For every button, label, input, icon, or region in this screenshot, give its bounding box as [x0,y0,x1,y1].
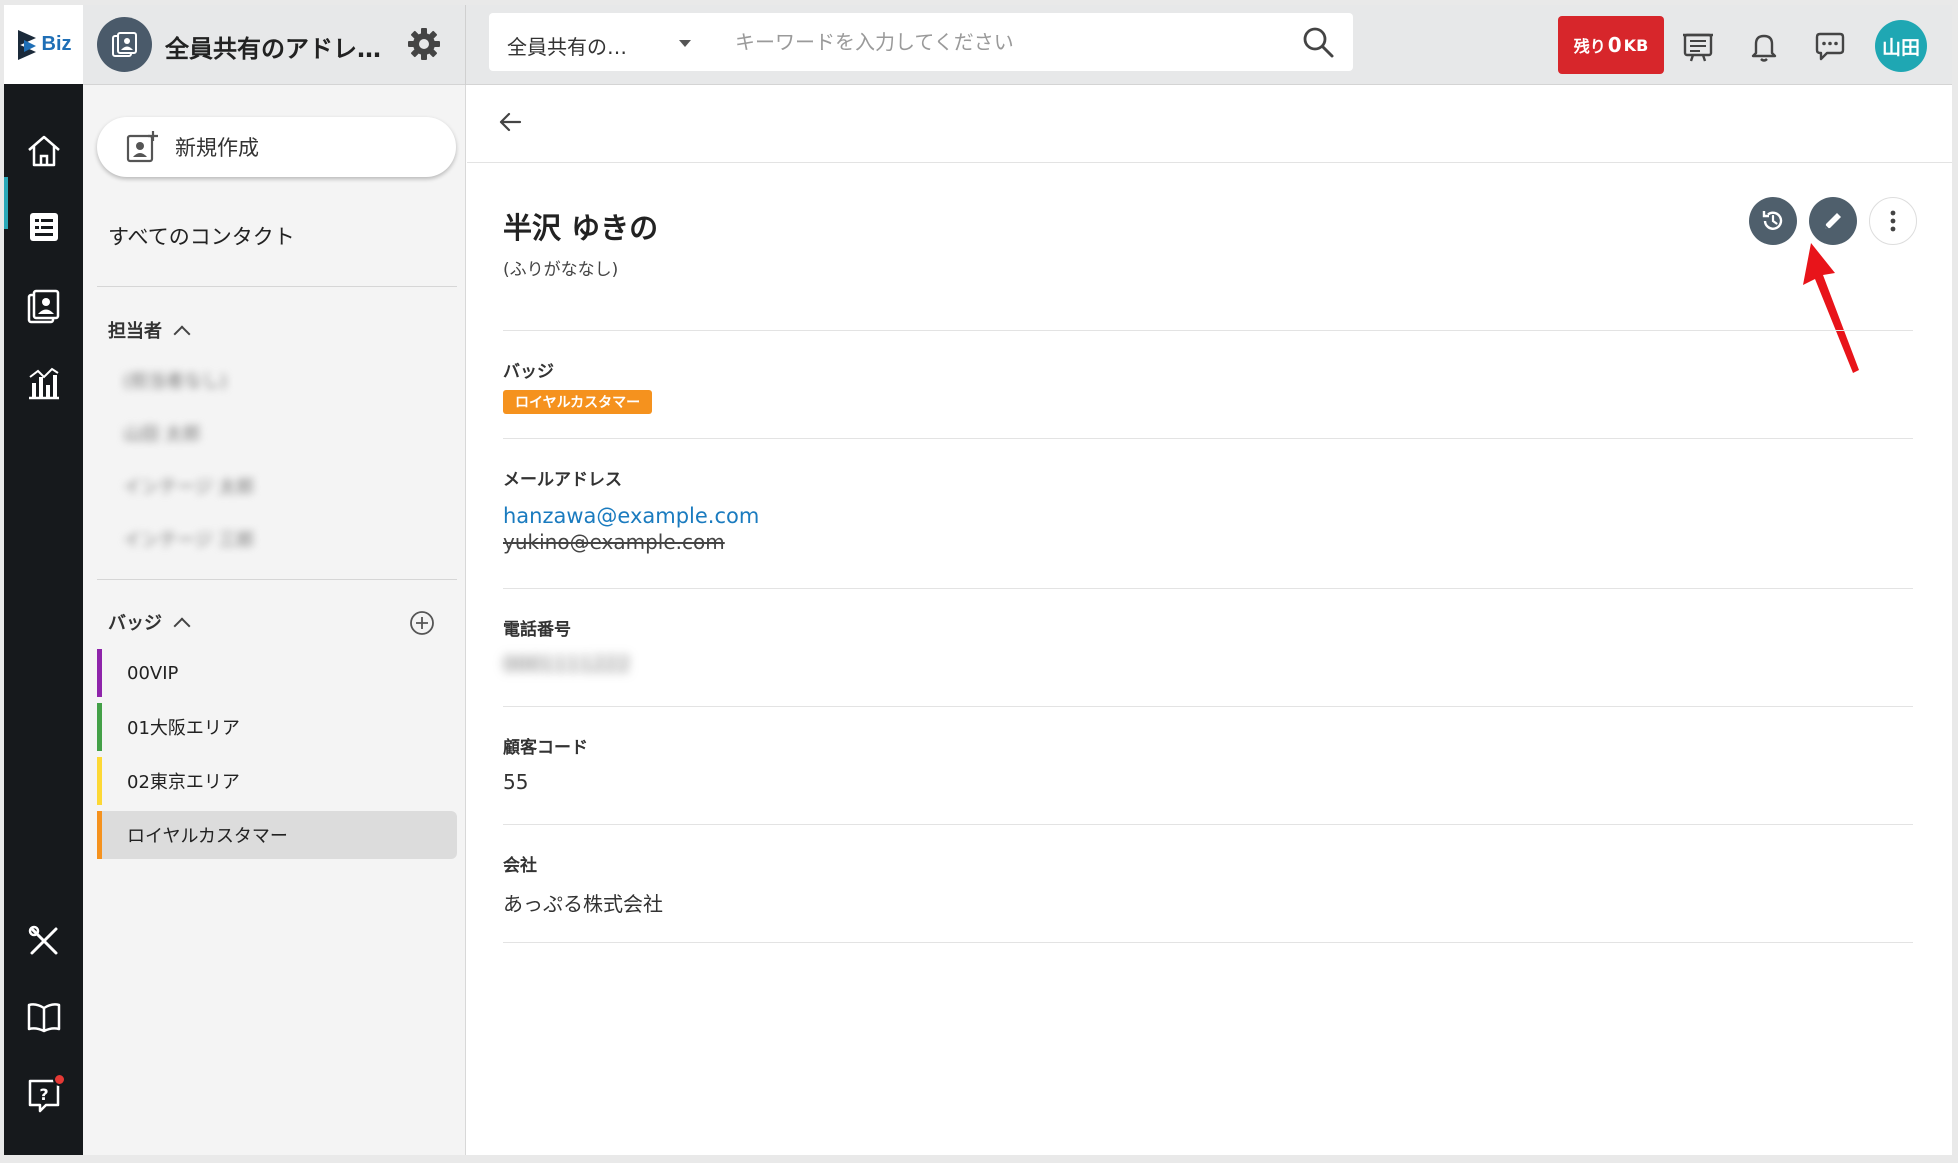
app-window: Biz ? 全員共有のアドレ… 全員共有の… キーワードを入力してください 残り… [4,5,1952,1155]
customer-code-label: 顧客コード [503,738,588,758]
owner-item[interactable]: インテージ 三郎 [123,526,254,552]
search-input[interactable] [735,25,1275,59]
app-logo[interactable]: Biz [4,5,83,84]
help-icon[interactable]: ? [22,1073,66,1117]
email-field-label: メールアドレス [503,470,622,490]
new-contact-label: 新規作成 [175,136,259,160]
owner-item[interactable]: 山田 太郎 [123,420,201,446]
email-primary-link[interactable]: hanzawa@example.com [503,504,1913,528]
badge-color-stripe [97,811,102,859]
back-arrow-icon[interactable] [497,109,523,135]
company-value: あっぷる株式会社 [503,892,663,916]
badge-field: バッジ ロイヤルカスタマー [503,357,1913,414]
chevron-up-icon [173,617,191,634]
owner-item[interactable]: インテージ 太郎 [123,473,254,499]
phone-value: 0001111222 [503,652,631,676]
search-bar: 全員共有の… [489,13,1353,71]
address-book-icon[interactable] [22,285,66,329]
badges-section-label: バッジ [108,613,162,634]
contact-kana: (ふりがななし) [503,260,619,280]
caret-down-icon[interactable] [679,40,691,47]
analytics-icon[interactable] [22,361,66,405]
badge-field-label: バッジ [503,362,554,382]
contact-detail: 半沢 ゆきの (ふりがななし) バッジ ロイヤルカスタマー メールアドレス ha… [467,85,1952,1155]
field-divider [503,438,1913,439]
quota-value: 0 [1607,33,1622,57]
help-notification-dot [53,1073,66,1086]
toolbar-divider [467,162,1952,163]
logo-mark-icon [17,29,36,60]
field-divider [503,706,1913,707]
badge-item-label: 00VIP [127,662,179,684]
customer-code-field: 顧客コード 55 [503,733,1913,794]
sidebar-divider [97,286,457,287]
badge-item-tokyo[interactable]: 02東京エリア [97,757,457,805]
user-avatar[interactable]: 山田 [1875,20,1927,72]
chevron-up-icon [173,325,191,342]
top-bar: 全員共有のアドレ… 全員共有の… 残り 0 KB 山田 [83,5,1952,85]
home-icon[interactable] [22,129,66,173]
badge-color-stripe [97,649,102,697]
badge-item-label: 02東京エリア [127,772,240,793]
field-divider [503,588,1913,589]
badge-item-label: ロイヤルカスタマー [127,826,288,847]
company-field-label: 会社 [503,856,537,876]
badge-item-osaka[interactable]: 01大阪エリア [97,703,457,751]
chat-icon[interactable] [1813,29,1847,63]
topbar-divider [465,5,466,85]
badge-item-00vip[interactable]: 00VIP [97,649,457,697]
history-button[interactable] [1749,197,1797,245]
list-board-icon[interactable] [22,205,66,249]
history-icon [1762,211,1783,230]
announcement-board-icon[interactable] [1681,29,1715,63]
add-badge-icon[interactable] [409,610,435,636]
logo-text: Biz [41,33,72,55]
nav-rail: Biz ? [4,5,83,1155]
bell-icon[interactable] [1747,29,1781,63]
annotation-arrow-icon [1803,243,1859,373]
edit-button[interactable] [1809,197,1857,245]
field-divider [503,824,1913,825]
customer-code-value: 55 [503,770,529,794]
app-title[interactable]: 全員共有のアドレ… [165,29,395,64]
pencil-icon [1825,213,1841,229]
more-options-button[interactable] [1869,197,1917,245]
search-scope-select[interactable]: 全員共有の… [507,31,667,60]
tools-icon[interactable] [22,919,66,963]
svg-text:?: ? [39,1085,48,1104]
badges-section-header[interactable]: バッジ [108,609,191,635]
sidebar-divider [97,579,457,580]
field-divider [503,942,1913,943]
phone-field-label: 電話番号 [503,620,571,640]
sidebar: 新規作成 すべてのコンタクト 担当者 (担当者なし) 山田 太郎 インテージ 太… [83,85,466,1155]
download-bar [0,1155,1958,1163]
rail-active-indicator [4,177,8,229]
manual-book-icon[interactable] [22,995,66,1039]
badge-item-label: 01大阪エリア [127,718,240,739]
badge-color-stripe [97,703,102,751]
new-contact-button[interactable]: 新規作成 [97,117,456,177]
owner-item[interactable]: (担当者なし) [123,367,227,393]
badge-color-stripe [97,757,102,805]
search-icon[interactable] [1301,25,1335,59]
badge-item-royal-customer[interactable]: ロイヤルカスタマー [97,811,457,859]
address-book-app-icon [97,17,152,72]
owners-section-label: 担当者 [108,321,162,342]
all-contacts-link[interactable]: すべてのコンタクト [108,221,295,251]
company-field: 会社 あっぷる株式会社 [503,851,1913,917]
phone-field: 電話番号 0001111222 [503,615,1913,676]
storage-quota-badge[interactable]: 残り 0 KB [1558,16,1664,74]
quota-unit: KB [1623,35,1649,55]
gear-icon[interactable] [405,25,443,63]
owners-section-header[interactable]: 担当者 [108,317,191,343]
field-divider [503,330,1913,331]
email-old-value: yukino@example.com [503,530,725,554]
contact-name: 半沢 ゆきの [503,211,659,245]
quota-prefix: 残り [1573,37,1606,56]
badge-pill: ロイヤルカスタマー [503,390,653,414]
email-field: メールアドレス hanzawa@example.com yukino@examp… [503,465,1913,554]
more-vert-icon [1890,210,1896,232]
add-contact-icon [126,131,158,163]
